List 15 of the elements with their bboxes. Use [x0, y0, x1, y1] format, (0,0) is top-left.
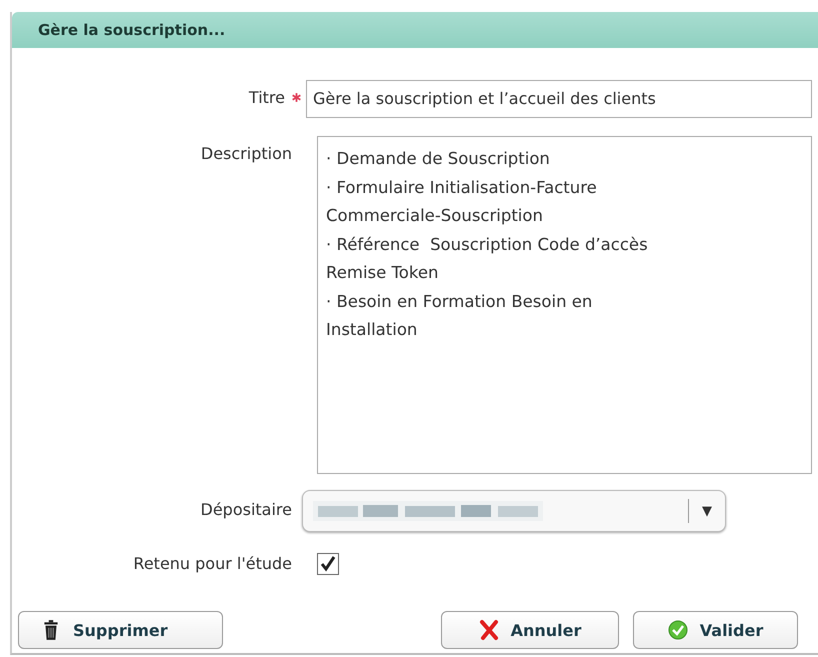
- confirm-button[interactable]: Valider: [633, 611, 798, 649]
- field-label: Description: [200, 144, 292, 163]
- field-label: Dépositaire: [200, 500, 292, 519]
- title-field[interactable]: Gère la souscription et l’accueil des clients: [306, 80, 812, 118]
- description-field[interactable]: · Demande de Souscription · Formulaire Initialisation-Facture Commerciale-Souscription · Référence Souscription Code d’accès Remise Token · Besoin en Formation Besoin en Installation: [317, 136, 812, 474]
- cross-icon: [478, 619, 499, 641]
- field-label: Titre: [248, 88, 285, 107]
- cancel-button[interactable]: Annuler: [441, 611, 619, 649]
- field-label: Retenu pour l'étude: [133, 554, 292, 573]
- dialog-title: Gère la souscription...: [38, 21, 226, 39]
- checkbox[interactable]: [317, 553, 339, 575]
- dropdown-arrow[interactable]: ▼: [689, 504, 725, 518]
- delete-button[interactable]: Supprimer: [18, 611, 223, 649]
- depositaire-dropdown[interactable]: ▼: [302, 490, 726, 532]
- check-circle-icon: [668, 619, 688, 641]
